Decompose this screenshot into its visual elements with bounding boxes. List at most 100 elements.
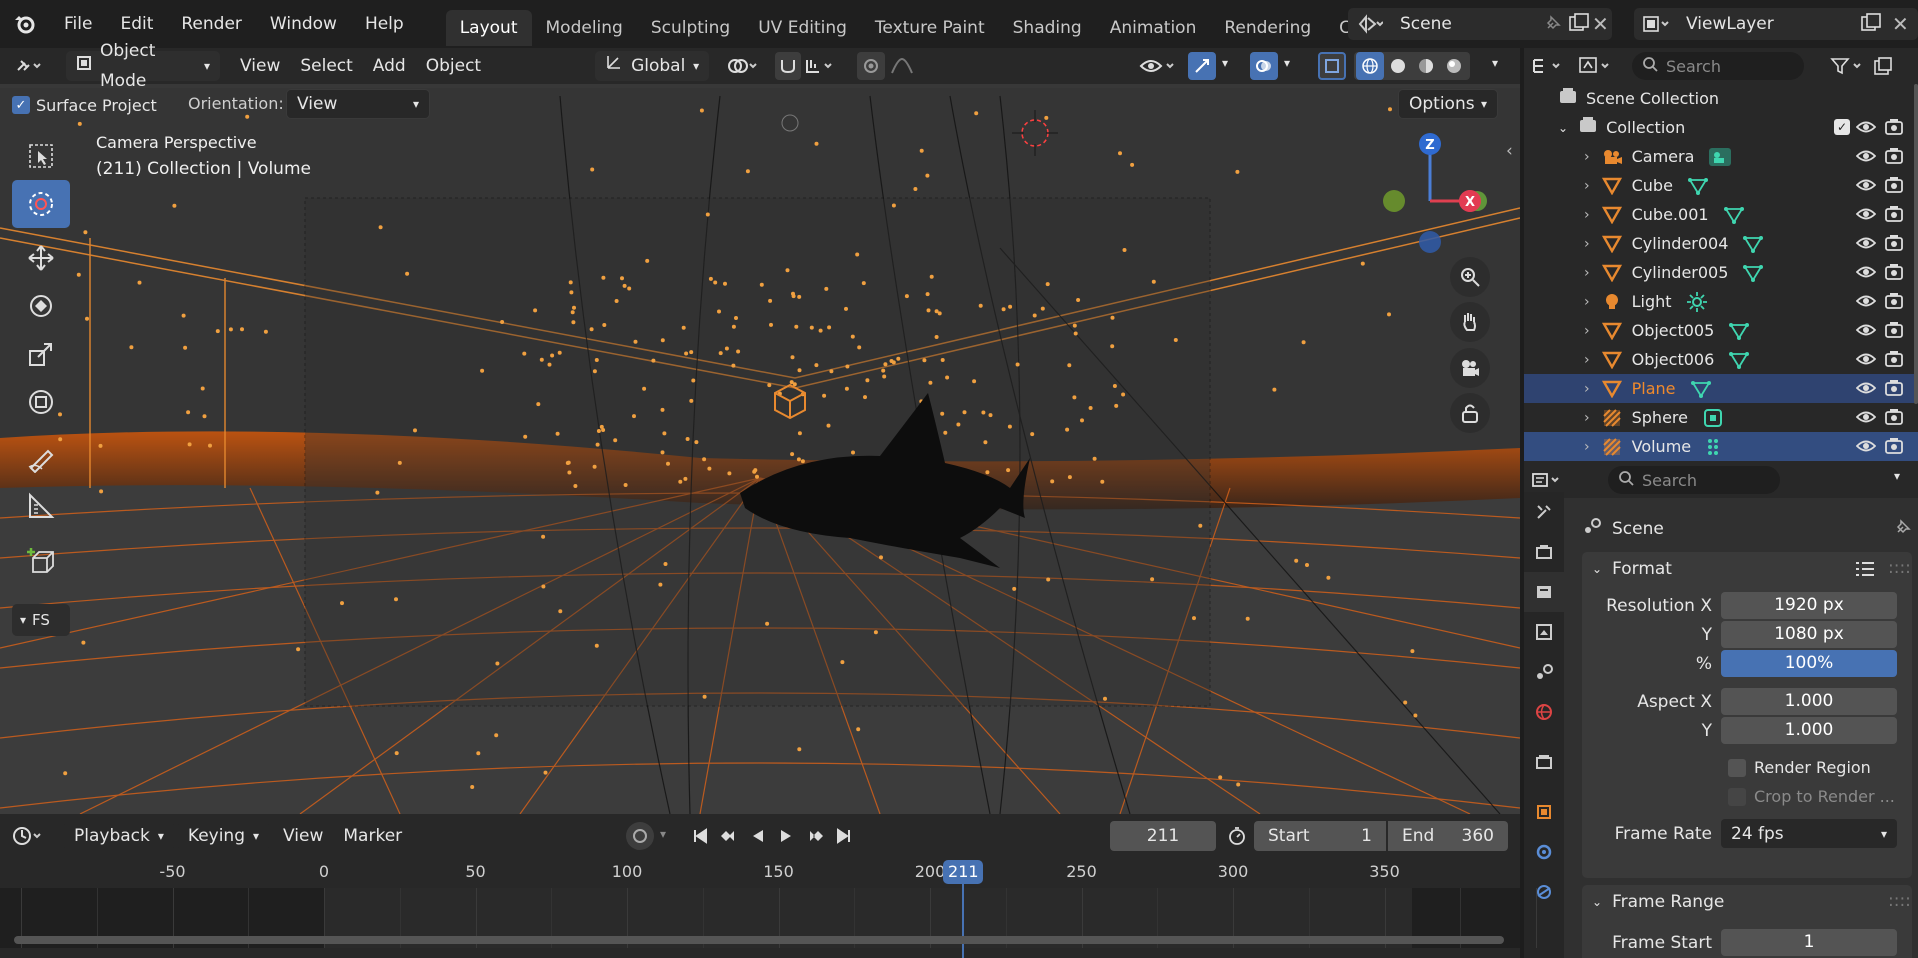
aspect-x-field[interactable]: 1.000 <box>1721 688 1897 715</box>
lock-icon[interactable] <box>1450 393 1490 433</box>
render-region-option[interactable]: Render Region <box>1728 758 1871 777</box>
frame-ruler[interactable]: -50 0 50 100 150 200 250 300 350 <box>0 858 1520 888</box>
play-reverse-icon[interactable] <box>744 821 772 851</box>
tab-texture-paint[interactable]: Texture Paint <box>861 10 999 46</box>
menu-object[interactable]: Object <box>416 48 491 84</box>
chevron-right-icon[interactable]: › <box>1584 294 1590 310</box>
resolution-x-field[interactable]: 1920 px <box>1721 592 1897 619</box>
move-tool-icon[interactable] <box>12 234 70 282</box>
falloff-icon[interactable] <box>885 57 925 75</box>
scene-tab-icon[interactable] <box>1524 652 1564 692</box>
blender-logo-icon[interactable] <box>0 0 50 48</box>
eye-icon[interactable] <box>1855 408 1877 431</box>
mesh-data-icon[interactable] <box>1690 379 1712 399</box>
modifier-tab-icon[interactable] <box>1524 832 1564 872</box>
chevron-right-icon[interactable]: › <box>1584 381 1590 397</box>
chevron-down-icon[interactable]: ▾ <box>1894 469 1900 483</box>
world-tab-icon[interactable] <box>1524 692 1564 732</box>
frame-range-panel-header[interactable]: ⌄ Frame Range :::: <box>1582 885 1912 919</box>
add-cube-tool-icon[interactable] <box>12 538 70 586</box>
new-view-layer-icon[interactable] <box>1860 12 1882 39</box>
stopwatch-icon[interactable] <box>1222 821 1252 851</box>
eye-icon[interactable] <box>1855 147 1877 170</box>
start-frame-field[interactable]: Start 1 <box>1254 821 1386 851</box>
camera-render-icon[interactable] <box>1884 205 1904 228</box>
render-tab-icon[interactable] <box>1524 532 1564 572</box>
camera-render-icon[interactable] <box>1884 321 1904 344</box>
chevron-down-icon[interactable]: ▾ <box>660 827 666 841</box>
checkbox-unchecked-icon[interactable] <box>1728 787 1746 806</box>
output-tab-icon[interactable] <box>1524 572 1564 612</box>
drag-handle-icon[interactable]: :::: <box>1888 558 1911 578</box>
chevron-right-icon[interactable]: › <box>1584 207 1590 223</box>
current-frame-field[interactable]: 211 <box>1110 821 1216 851</box>
orientation-dropdown[interactable]: View ▾ <box>286 89 430 119</box>
xray-toggle-icon[interactable] <box>1318 52 1346 80</box>
record-icon[interactable] <box>626 822 654 850</box>
scale-tool-icon[interactable] <box>12 330 70 378</box>
eye-icon[interactable] <box>1855 176 1877 199</box>
camera-render-icon[interactable] <box>1884 408 1904 431</box>
surface-project-option[interactable]: ✓ Surface Project <box>12 90 157 120</box>
scene-collection-row[interactable]: Scene Collection <box>1524 84 1918 113</box>
menu-add[interactable]: Add <box>363 48 416 84</box>
volume-data-icon[interactable] <box>1702 407 1724 429</box>
menu-file[interactable]: File <box>50 0 106 48</box>
frame-start-field[interactable]: 1 <box>1721 929 1897 956</box>
snap-toggle-icon[interactable] <box>775 52 802 80</box>
outliner-search-input[interactable]: Search <box>1632 52 1804 80</box>
outliner-item-light[interactable]: › Light <box>1524 287 1918 316</box>
outliner-item-sphere[interactable]: › Sphere <box>1524 403 1918 432</box>
camera-render-icon[interactable] <box>1884 437 1904 460</box>
outliner-item-cube-001[interactable]: › Cube.001 <box>1524 200 1918 229</box>
material-shading-icon[interactable] <box>1412 52 1440 80</box>
tab-modeling[interactable]: Modeling <box>532 10 637 46</box>
eye-icon[interactable] <box>1855 263 1877 286</box>
crop-to-render-option[interactable]: Crop to Render ... <box>1728 787 1895 806</box>
tab-layout[interactable]: Layout <box>445 10 532 46</box>
chevron-right-icon[interactable]: › <box>1584 410 1590 426</box>
mode-selector[interactable]: Object Mode ▾ <box>66 41 220 91</box>
options-dropdown[interactable]: Options ▾ <box>1398 89 1498 119</box>
fps-panel-toggle[interactable]: ▾ FS <box>12 604 70 636</box>
visibility-toggle-icon[interactable] <box>1136 50 1182 82</box>
tab-animation[interactable]: Animation <box>1096 10 1211 46</box>
gizmo-toggle-icon[interactable] <box>1188 52 1216 80</box>
aspect-y-field[interactable]: 1.000 <box>1721 717 1897 744</box>
transform-orientation-selector[interactable]: Global ▾ <box>595 51 710 81</box>
chevron-right-icon[interactable]: › <box>1584 265 1590 281</box>
outliner-item-object006[interactable]: › Object006 <box>1524 345 1918 374</box>
prev-keyframe-icon[interactable] <box>714 821 744 851</box>
eye-icon[interactable] <box>1855 321 1877 344</box>
chevron-right-icon[interactable]: › <box>1584 236 1590 252</box>
menu-window[interactable]: Window <box>256 0 351 48</box>
view-layer-tab-icon[interactable] <box>1524 612 1564 652</box>
rotate-tool-icon[interactable] <box>12 282 70 330</box>
chevron-right-icon[interactable]: › <box>1584 149 1590 165</box>
camera-data-icon[interactable] <box>1708 147 1732 167</box>
measure-tool-icon[interactable] <box>12 482 70 530</box>
eye-icon[interactable] <box>1855 234 1877 257</box>
outliner-item-cube[interactable]: › Cube <box>1524 171 1918 200</box>
mesh-data-icon[interactable] <box>1742 263 1764 283</box>
camera-render-icon[interactable] <box>1884 350 1904 373</box>
gizmo-dropdown-icon[interactable]: ▾ <box>1222 56 1228 70</box>
new-collection-icon[interactable] <box>1870 48 1896 84</box>
keying-menu[interactable]: Keying ▾ <box>177 822 270 850</box>
tab-uv-editing[interactable]: UV Editing <box>744 10 861 46</box>
camera-render-icon[interactable] <box>1884 118 1904 141</box>
select-box-icon[interactable] <box>12 132 70 180</box>
timeline-scrollbar[interactable] <box>14 936 1504 944</box>
play-icon[interactable] <box>772 821 800 851</box>
camera-render-icon[interactable] <box>1884 176 1904 199</box>
checkbox-checked-icon[interactable]: ✓ <box>12 96 30 114</box>
resolution-percent-field[interactable]: 100% <box>1721 650 1897 677</box>
annotate-tool-icon[interactable] <box>12 434 70 482</box>
playback-menu[interactable]: Playback ▾ <box>64 822 174 850</box>
eye-icon[interactable] <box>1855 350 1877 373</box>
pan-hand-icon[interactable] <box>1450 302 1490 342</box>
snap-target-icon[interactable] <box>801 56 841 76</box>
pin-icon[interactable] <box>1544 14 1562 37</box>
format-panel-header[interactable]: ⌄ Format :::: <box>1582 552 1912 586</box>
eye-icon[interactable] <box>1855 437 1877 460</box>
